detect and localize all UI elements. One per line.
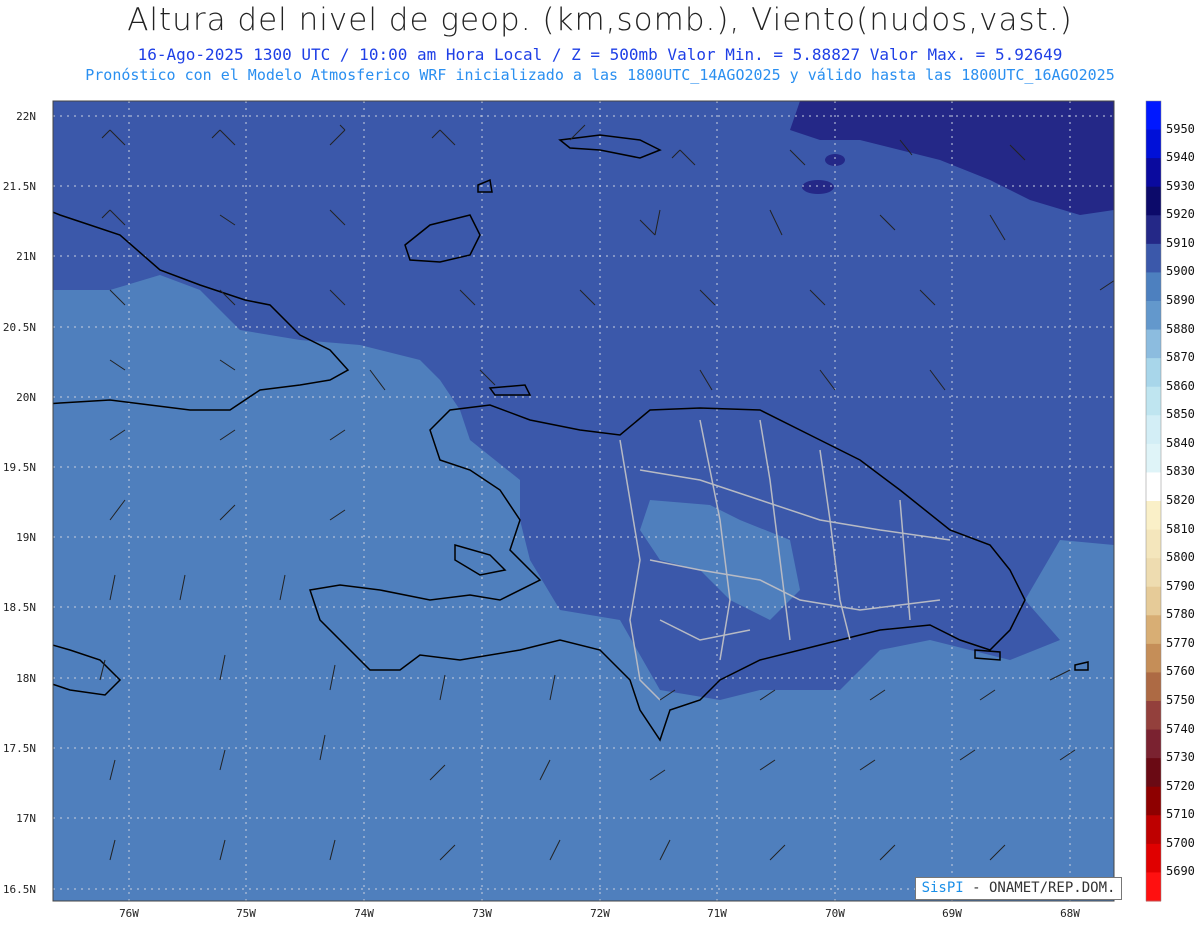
colorbar-swatch [1146,358,1161,388]
lon-label: 71W [707,907,727,920]
colorbar-level-label: 5870 [1166,350,1195,365]
colorbar-swatch [1146,643,1161,673]
colorbar-swatch [1146,129,1161,159]
credit-brand: SisPI [921,880,964,896]
colorbar-swatch [1146,558,1161,588]
colorbar-swatch [1146,758,1161,788]
lat-label: 17.5N [2,742,36,755]
colorbar-swatch [1146,472,1161,502]
colorbar-swatch [1146,786,1161,816]
lat-label: 18.5N [2,601,36,614]
colorbar-level-label: 5890 [1166,293,1195,307]
credit-box: SisPI - ONAMET/REP.DOM. [915,877,1122,900]
lat-label: 20.5N [2,321,36,334]
colorbar-swatch [1146,158,1161,188]
colorbar-level-label: 5750 [1166,693,1195,707]
lon-label: 73W [472,907,492,920]
colorbar-swatch [1146,386,1161,416]
lat-label: 19N [16,531,36,544]
colorbar-swatch [1146,529,1161,559]
map-plot-area [53,101,1114,901]
colorbar-level-label: 5770 [1166,635,1195,650]
lon-label: 72W [590,907,610,920]
lat-label: 18N [16,672,36,685]
colorbar-level-label: 5690 [1166,864,1195,879]
colorbar [1145,100,1162,902]
colorbar-level-label: 5920 [1166,207,1195,222]
colorbar-swatch [1146,186,1161,216]
lat-label: 16.5N [2,883,36,896]
lat-label: 19.5N [2,461,36,474]
lon-label: 74W [354,907,374,920]
lon-label: 70W [825,907,845,920]
colorbar-level-label: 5820 [1166,493,1195,507]
colorbar-level-label: 5810 [1166,521,1195,536]
colorbar-level-label: 5700 [1166,835,1195,850]
colorbar-level-label: 5730 [1166,750,1195,765]
colorbar-level-label: 5760 [1166,664,1195,679]
colorbar-level-label: 5910 [1166,235,1195,250]
colorbar-swatch [1146,729,1161,759]
colorbar-level-label: 5830 [1166,464,1195,479]
colorbar-level-label: 5880 [1166,321,1195,336]
colorbar-swatch [1146,672,1161,702]
lat-label: 20N [16,391,36,404]
colorbar-level-label: 5930 [1166,178,1195,193]
lon-label: 68W [1060,907,1080,920]
geopotential-map [52,100,1162,902]
colorbar-level-label: 5740 [1166,721,1195,736]
colorbar-swatch [1146,843,1161,873]
colorbar-swatch [1146,701,1161,731]
colorbar-level-label: 5710 [1166,807,1195,822]
colorbar-level-label: 5780 [1166,607,1195,622]
colorbar-swatch [1146,101,1161,131]
lon-label: 69W [942,907,962,920]
credit-suffix: - ONAMET/REP.DOM. [963,880,1116,896]
colorbar-level-label: 5850 [1166,407,1195,422]
lat-label: 22N [16,110,36,123]
colorbar-level-label: 5950 [1166,121,1195,136]
lon-label: 75W [236,907,256,920]
colorbar-swatch [1146,872,1161,902]
colorbar-level-label: 5940 [1166,150,1195,165]
colorbar-swatch [1146,815,1161,845]
colorbar-swatch [1146,501,1161,531]
colorbar-level-label: 5790 [1166,578,1195,593]
colorbar-swatch [1146,415,1161,445]
colorbar-swatch [1146,329,1161,359]
colorbar-swatch [1146,272,1161,302]
lat-label: 21N [16,250,36,263]
colorbar-swatch [1146,615,1161,645]
colorbar-swatch [1146,243,1161,273]
lon-label: 76W [119,907,139,920]
colorbar-swatch [1146,215,1161,245]
lat-label: 21.5N [2,180,36,193]
colorbar-swatch [1146,301,1161,331]
colorbar-level-label: 5860 [1166,378,1195,393]
colorbar-level-label: 5900 [1166,264,1195,279]
lat-label: 17N [16,812,36,825]
colorbar-swatch [1146,586,1161,616]
colorbar-swatch [1146,443,1161,473]
colorbar-level-label: 5840 [1166,435,1195,450]
colorbar-level-label: 5720 [1166,778,1195,793]
colorbar-level-label: 5800 [1166,550,1195,565]
